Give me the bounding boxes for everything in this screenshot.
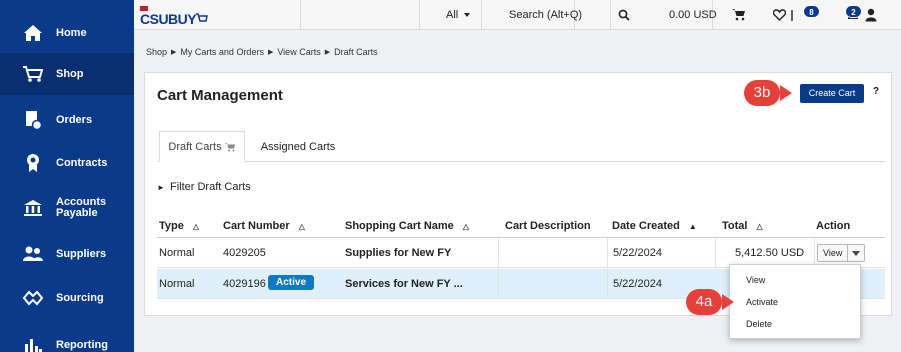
divider bbox=[419, 0, 420, 30]
sidebar-item-accounts-payable[interactable]: Accounts Payable bbox=[0, 187, 134, 229]
breadcrumb-view-carts[interactable]: View Carts bbox=[277, 47, 320, 57]
sort-icon: △ bbox=[462, 222, 470, 231]
tab-assigned-carts[interactable]: Assigned Carts bbox=[249, 131, 347, 162]
logo[interactable]: CSUBUY bbox=[140, 6, 208, 27]
sidebar-item-label: Contracts bbox=[56, 156, 108, 169]
sidebar-item-suppliers[interactable]: Suppliers bbox=[0, 233, 134, 275]
logo-cart-icon bbox=[196, 13, 208, 22]
search-scope-select[interactable]: All bbox=[446, 0, 478, 30]
callout-create-cart: 3b bbox=[744, 80, 780, 106]
contract-icon bbox=[22, 152, 44, 174]
sidebar-item-label: Orders bbox=[56, 113, 93, 126]
caret-down-icon[interactable] bbox=[852, 251, 860, 256]
sort-up-icon: ▲ bbox=[688, 222, 697, 231]
cart-name-link[interactable]: Supplies for New FY bbox=[345, 247, 451, 259]
notification-badge: 8 bbox=[803, 5, 820, 18]
create-cart-button[interactable]: Create Cart bbox=[800, 84, 864, 103]
column-header-action: Action bbox=[816, 220, 851, 232]
column-header-description[interactable]: Cart Description bbox=[505, 220, 591, 232]
filter-toggle[interactable]: ► Filter Draft Carts bbox=[157, 181, 251, 193]
divider bbox=[481, 0, 482, 30]
bank-icon bbox=[22, 197, 44, 219]
view-action-dropdown[interactable]: View bbox=[817, 244, 865, 262]
search-input[interactable]: Search (Alt+Q) bbox=[509, 9, 582, 21]
sidebar-item-orders[interactable]: Orders bbox=[0, 99, 134, 141]
column-header-total[interactable]: Total △ bbox=[722, 220, 763, 232]
column-header-cart-name[interactable]: Shopping Cart Name △ bbox=[345, 220, 469, 232]
breadcrumb-shop[interactable]: Shop bbox=[146, 47, 167, 57]
cart-number-link[interactable]: 4029196 bbox=[223, 278, 266, 290]
menu-item-view[interactable]: View bbox=[746, 275, 765, 285]
sort-icon: △ bbox=[192, 222, 200, 231]
column-header-date-created[interactable]: Date Created ▲ bbox=[612, 220, 697, 232]
tab-draft-carts[interactable]: Draft Carts bbox=[159, 131, 245, 162]
home-icon bbox=[22, 22, 44, 44]
top-bar: CSUBUY All Search (Alt+Q) 0.00 USD 8 2 bbox=[134, 0, 901, 30]
sidebar-item-sourcing[interactable]: Sourcing bbox=[0, 277, 134, 319]
sidebar-item-label: Home bbox=[56, 26, 87, 39]
cart-icon bbox=[224, 142, 236, 152]
breadcrumb-my-carts[interactable]: My Carts and Orders bbox=[180, 47, 264, 57]
column-header-cart-number[interactable]: Cart Number △ bbox=[223, 220, 305, 232]
divider bbox=[300, 0, 301, 30]
page-title: Cart Management bbox=[157, 87, 283, 104]
callout-activate: 4a bbox=[686, 289, 722, 315]
suppliers-icon bbox=[22, 243, 44, 265]
sort-icon: △ bbox=[756, 222, 763, 231]
menu-item-activate[interactable]: Activate bbox=[746, 297, 778, 307]
callout-arrow bbox=[780, 85, 792, 101]
orders-icon bbox=[22, 109, 44, 131]
heart-icon[interactable] bbox=[772, 9, 787, 24]
status-badge: Active bbox=[268, 275, 315, 290]
cart-number-link[interactable]: 4029205 bbox=[223, 247, 266, 259]
chevron-right-icon: ► bbox=[157, 183, 165, 192]
menu-item-delete[interactable]: Delete bbox=[746, 319, 772, 329]
sidebar-item-contracts[interactable]: Contracts bbox=[0, 142, 134, 184]
breadcrumb: Shop ▶ My Carts and Orders ▶ View Carts … bbox=[146, 47, 378, 57]
divider bbox=[610, 0, 611, 30]
sourcing-icon bbox=[22, 287, 44, 309]
search-icon[interactable] bbox=[618, 9, 630, 24]
cart-icon bbox=[22, 63, 44, 85]
sidebar-item-label: Sourcing bbox=[56, 291, 104, 304]
sidebar: Home Shop Orders Contracts Accounts Payab… bbox=[0, 0, 134, 352]
breadcrumb-draft-carts: Draft Carts bbox=[334, 47, 378, 57]
cart-name-link[interactable]: Services for New FY ... bbox=[345, 278, 463, 290]
sidebar-item-shop[interactable]: Shop bbox=[0, 53, 134, 95]
cart-total[interactable]: 0.00 USD bbox=[669, 9, 717, 21]
callout-arrow bbox=[722, 294, 734, 310]
caret-down-icon bbox=[464, 13, 470, 17]
sidebar-item-label: Shop bbox=[56, 67, 84, 80]
help-button[interactable]: ? bbox=[873, 86, 879, 97]
sidebar-item-label: Suppliers bbox=[56, 247, 107, 260]
sort-icon: △ bbox=[298, 222, 305, 231]
sidebar-item-reporting[interactable]: Reporting bbox=[0, 324, 134, 352]
user-icon[interactable] bbox=[865, 8, 877, 25]
sidebar-item-home[interactable]: Home bbox=[0, 12, 134, 54]
chevron-right-icon: ▶ bbox=[171, 49, 177, 56]
flag-icon[interactable] bbox=[791, 9, 799, 25]
column-header-type[interactable]: Type △ bbox=[159, 220, 199, 232]
chevron-right-icon: ▶ bbox=[324, 49, 331, 56]
messages-badge: 2 bbox=[845, 5, 862, 18]
cart-icon[interactable] bbox=[732, 8, 746, 24]
chevron-right-icon: ▶ bbox=[267, 49, 274, 56]
sidebar-item-label: Accounts Payable bbox=[56, 196, 107, 219]
action-menu: View Activate Delete bbox=[729, 264, 861, 339]
reporting-icon bbox=[22, 334, 44, 352]
sidebar-item-label: Reporting bbox=[56, 338, 108, 351]
